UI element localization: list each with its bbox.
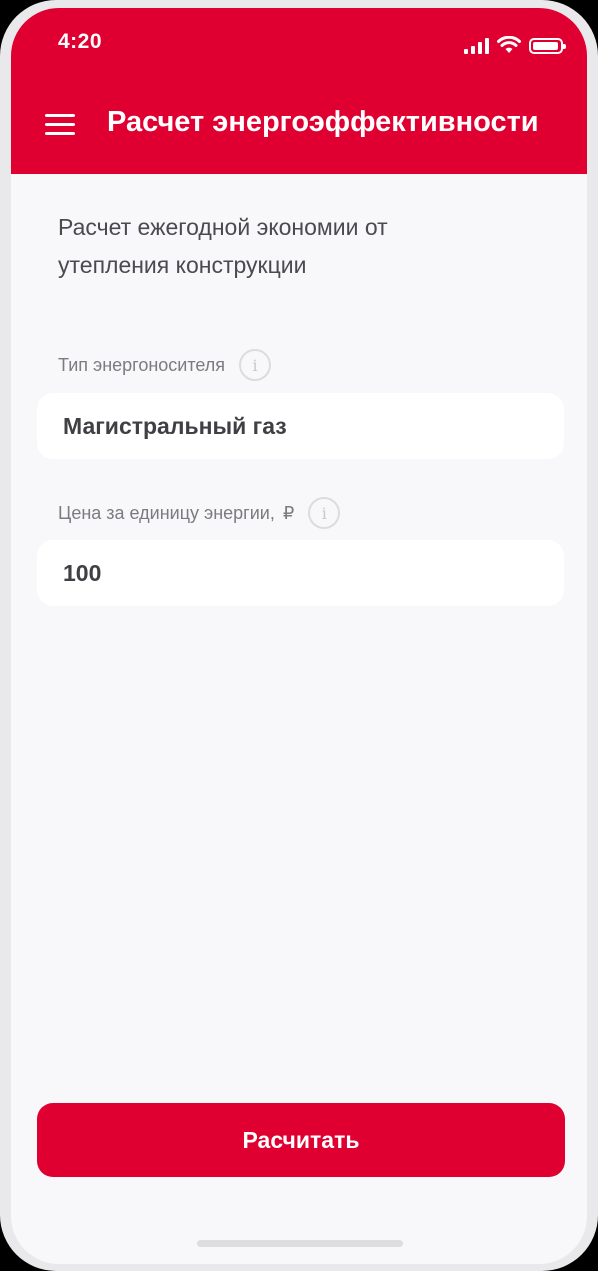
energy-price-input[interactable]: 100 (37, 540, 564, 606)
status-icons (464, 34, 566, 54)
home-indicator[interactable] (197, 1240, 403, 1247)
ruble-symbol: ₽ (282, 502, 295, 523)
info-icon[interactable]: i (239, 349, 272, 381)
info-icon[interactable]: i (308, 497, 341, 529)
wifi-icon (497, 36, 521, 53)
energy-type-label-text: Тип энергоносителя (58, 354, 226, 375)
hamburger-menu-icon[interactable] (45, 114, 75, 136)
app-screen: 4:20 Расчет энергоэффективности Расчет е… (11, 8, 587, 1264)
phone-frame: 4:20 Расчет энергоэффективности Расчет е… (0, 0, 598, 1271)
cellular-signal-icon (464, 38, 489, 54)
energy-price-label-text: Цена за единицу энергии, (58, 502, 275, 523)
page-title: Расчет энергоэффективности (107, 106, 539, 138)
battery-icon (529, 38, 566, 54)
app-header: 4:20 Расчет энергоэффективности (11, 8, 587, 174)
energy-price-label: Цена за единицу энергии, ₽ i (58, 497, 341, 529)
energy-type-label: Тип энергоносителя i (58, 349, 272, 381)
calculate-button[interactable]: Расчитать (37, 1103, 565, 1177)
energy-type-select[interactable]: Магистральный газ (37, 393, 564, 459)
section-title: Расчет ежегодной экономии от утепления к… (58, 214, 388, 278)
status-time: 4:20 (58, 30, 103, 53)
